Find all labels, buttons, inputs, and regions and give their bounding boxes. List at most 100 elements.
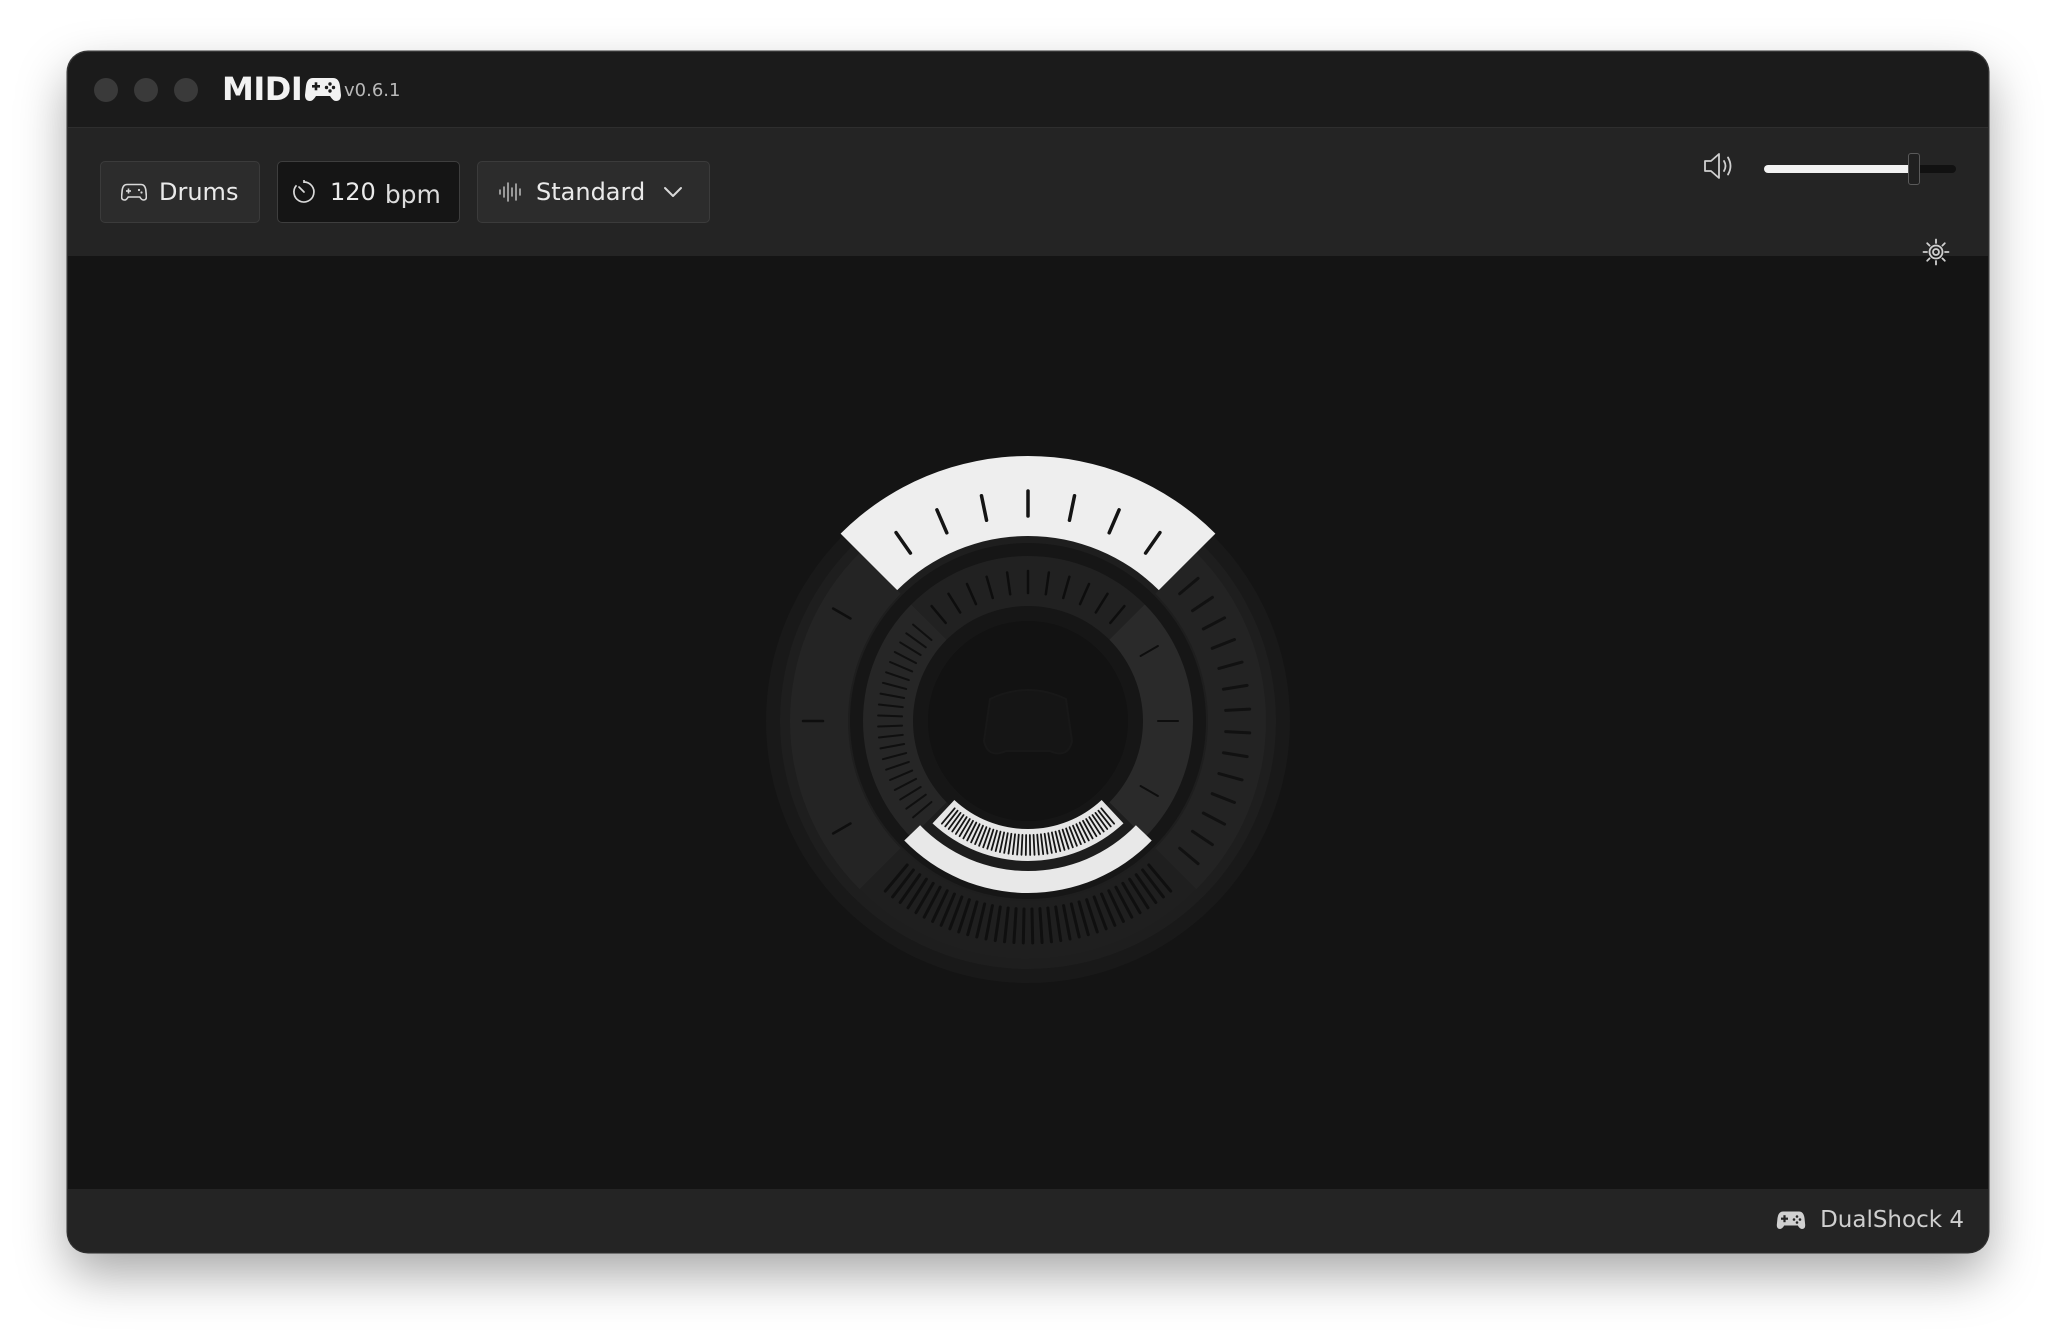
close-window-button[interactable] (94, 78, 118, 102)
dial-tick-top (1107, 508, 1121, 535)
zoom-window-button[interactable] (174, 78, 198, 102)
dial-tick-bottom (1085, 898, 1099, 934)
dial-inner-tick-left (885, 671, 910, 682)
tempo-unit: bpm (384, 180, 441, 209)
dial-inner-tick-left (893, 651, 918, 665)
dial-tick-bottom (1054, 905, 1063, 943)
dial-tick-right (1178, 846, 1200, 866)
gamepad-logo-icon (305, 78, 342, 101)
dial-inner-tick-left (899, 641, 922, 657)
dial-inner-active-tick (1047, 832, 1053, 854)
dial-inner-tick-left (905, 632, 927, 649)
dial-inner-active-tick (1043, 832, 1049, 855)
dial-tick-bottom (891, 868, 915, 899)
app-version: v0.6.1 (344, 80, 401, 101)
dial-tick-right (1201, 811, 1227, 826)
dial-inner-tick-top (1109, 604, 1126, 625)
dial-inner-tick-top (947, 592, 962, 614)
volume-slider[interactable] (1764, 153, 1956, 185)
dial-sector-left (790, 552, 901, 890)
dial-inner-active-tick (982, 827, 991, 849)
gamepad-icon (1776, 1211, 1806, 1229)
dial-inner-active-tick (1088, 816, 1102, 835)
dial-inner-tick-left (879, 692, 906, 699)
dial-outer-ring (766, 459, 1290, 983)
title-bar: MIDI v0.6.1 (68, 52, 1988, 128)
dial-tick-bottom (1147, 863, 1173, 893)
dial-inner-active-tick (1003, 832, 1009, 854)
dial-tick-bottom (1114, 885, 1134, 919)
dial-tick-bottom (1003, 906, 1010, 944)
dial-tick-bottom (1128, 877, 1150, 910)
dial-tick-top (1067, 494, 1077, 522)
dial-inner-active-tick (1094, 812, 1109, 830)
dial-inner-active-tick (1100, 807, 1116, 825)
dial-sector-top-active (840, 456, 1216, 591)
scale-dropdown[interactable]: Standard (477, 161, 710, 223)
dial-tick-left (831, 822, 852, 835)
dial-inner-active-inner (932, 799, 1124, 861)
dial-inner-active-tick (1068, 826, 1078, 847)
dial-inner-active-tick (994, 830, 1002, 852)
dial-center (928, 621, 1128, 821)
dial-inner-active-tick (990, 829, 998, 851)
waveform-icon (499, 182, 521, 202)
minimize-window-button[interactable] (134, 78, 158, 102)
dial-tick-bottom (1038, 907, 1044, 945)
gear-icon[interactable] (1921, 237, 1951, 267)
dial-inner-tick-top (985, 575, 994, 600)
speaker-icon[interactable] (1702, 150, 1738, 182)
dial-inner-active-tick (944, 809, 959, 828)
gamepad-icon (121, 183, 147, 201)
dial-tick-right (1190, 829, 1214, 847)
instrument-button[interactable]: Drums (100, 161, 260, 223)
dial-inner-active-tick (958, 818, 971, 838)
dial-tick-bottom (948, 895, 964, 931)
volume-thumb[interactable] (1907, 153, 1920, 185)
dial-inner-active-tick (947, 812, 962, 830)
dial-tick-bottom (1134, 873, 1158, 905)
connected-device: DualShock 4 (1776, 1203, 1964, 1237)
dial-inner-active-tick (1054, 830, 1062, 852)
dial-inner-tick-top (930, 604, 947, 625)
dial-sector-right (1155, 552, 1266, 890)
dial-inner-tick-left (881, 752, 908, 761)
dial-inner-tick-left (877, 703, 904, 709)
dial-inner-tick-left (912, 800, 933, 819)
metronome-icon (293, 180, 315, 203)
dial-tick-bottom (898, 873, 922, 905)
dial-tick-right (1221, 751, 1249, 759)
dial-tick-bottom (993, 905, 1002, 943)
dial-tick-bottom (984, 904, 994, 941)
dial-inner-tick-left (905, 793, 927, 810)
dial-inner-active-tick (974, 824, 984, 846)
dial-inner-active-tick (1091, 814, 1105, 833)
dial-inner-tick-left (889, 661, 914, 673)
dial-inner-active-tick (1007, 832, 1013, 855)
app-name: MIDI (222, 70, 303, 108)
dial-inner-tick-top (1044, 571, 1051, 596)
device-label: DualShock 4 (1820, 1207, 1964, 1233)
dial-tick-top (894, 530, 913, 555)
dial-inner-active-tick (970, 823, 981, 844)
dial-inner-tick-left (899, 785, 922, 801)
dial-inner-tick-top (1005, 571, 1012, 596)
dial-inner-tick-top (1094, 592, 1109, 614)
tempo-button[interactable]: 120 bpm (277, 161, 460, 223)
dial-inner-active-tick (1036, 833, 1040, 856)
tempo-value: 120 (330, 178, 376, 206)
dial-inner-tick-left (893, 777, 918, 791)
dial-tick-bottom (883, 863, 909, 893)
dial-tick-right (1217, 772, 1244, 782)
dial-inner-active-tick (1065, 827, 1074, 849)
dial-inner-active-outer (904, 825, 1152, 893)
dial-tick-bottom (931, 889, 949, 923)
dial-inner-tick-left (879, 743, 906, 750)
dial-inner-sector-bottom (911, 802, 1145, 886)
dial-tick-bottom (1030, 907, 1035, 945)
dial-inner-tick-left (877, 733, 904, 739)
dial-inner-tick-left (877, 714, 904, 718)
dial-inner-sector-top (911, 556, 1145, 640)
dial-inner-tick-left (912, 623, 933, 642)
dial-inner-active-tick (1032, 833, 1036, 856)
